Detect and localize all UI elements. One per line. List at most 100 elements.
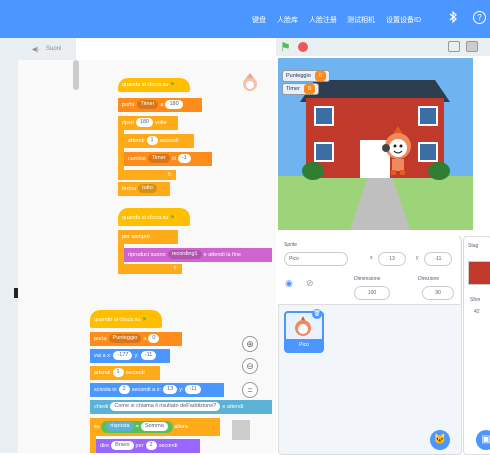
change-value-input[interactable]: -1 xyxy=(177,154,191,164)
forever-block[interactable]: per sempre xyxy=(118,230,178,244)
value-input[interactable]: 0 xyxy=(148,334,160,344)
glide-seconds-input[interactable]: 2 xyxy=(118,385,130,395)
sprite-thumbnail-label: Pico xyxy=(286,339,322,351)
zoom-in-icon[interactable]: ⊕ xyxy=(242,336,258,352)
show-sprite-icon[interactable]: ◉ xyxy=(285,278,293,289)
green-flag-icon[interactable]: ⚑ xyxy=(280,40,291,54)
wait-label: attendi xyxy=(128,138,145,144)
add-backdrop-button[interactable]: ▣ xyxy=(476,430,490,450)
when-flag-clicked-block-3[interactable]: quando si clicca su ⚑ xyxy=(90,310,162,328)
say-for-secs-block[interactable]: dire Bravo per 2 secondi xyxy=(96,439,200,453)
green-flag-icon: ⚑ xyxy=(170,82,175,88)
tab-sounds-label: Suoni xyxy=(46,46,62,52)
forever-label: per sempre xyxy=(122,234,150,240)
seconds-to-x-label: secondi a x: xyxy=(131,387,162,393)
repeat-block[interactable]: ripeti 180 volte xyxy=(118,116,178,130)
menu-item-face-register[interactable]: 人脸注册 xyxy=(309,15,337,25)
set-variable-block[interactable]: porta Timer a 180 xyxy=(118,98,202,112)
size-input[interactable]: 100 xyxy=(354,286,390,300)
variable-dropdown[interactable]: Punteggio xyxy=(108,334,142,344)
y-input[interactable]: -11 xyxy=(185,385,201,395)
equals-sign: = xyxy=(135,423,139,430)
stop-label: ferma xyxy=(122,186,137,192)
value-input[interactable]: 180 xyxy=(165,100,183,110)
stop-block[interactable]: ferma tutto xyxy=(118,182,170,196)
menu-bar: 键盘 人脸库 人脸注册 测试相机 设置设备ID ? xyxy=(0,0,490,38)
sprite-name-input[interactable]: Pico xyxy=(284,252,348,266)
backdrops-label: Sfon xyxy=(470,297,481,303)
pico-sprite[interactable] xyxy=(378,126,418,176)
wait-input[interactable]: 1 xyxy=(112,368,124,378)
go-to-xy-block[interactable]: vai a x: -177 y: -11 xyxy=(90,349,170,363)
sound-dropdown[interactable]: recording1 xyxy=(167,250,202,260)
help-icon[interactable]: ? xyxy=(473,11,486,24)
variable-monitor-punteggio[interactable]: Punteggio 0 xyxy=(282,70,330,82)
hide-sprite-icon[interactable]: ⊘ xyxy=(306,278,314,289)
change-variable-block[interactable]: cambia Timer di -1 xyxy=(124,152,212,166)
window xyxy=(418,142,438,162)
if-block[interactable]: se risposta = Somma allora xyxy=(90,418,220,436)
sprite-info: Sprite Pico x 13 y -11 ◉ ⊘ Dimensione 10… xyxy=(278,236,460,305)
wait-block-2[interactable]: attendi 1 secondi xyxy=(90,366,160,380)
zoom-reset-icon[interactable]: = xyxy=(242,382,258,398)
stop-option-dropdown[interactable]: tutto xyxy=(138,184,157,194)
seconds-label: secondi xyxy=(158,443,178,449)
equals-operator-block[interactable]: risposta = Somma xyxy=(101,420,173,433)
menu-item-face-library[interactable]: 人脸库 xyxy=(277,15,298,25)
delete-sprite-icon[interactable]: 🗑 xyxy=(312,309,322,319)
wait-block[interactable]: attendi 1 secondi xyxy=(124,134,194,148)
code-area[interactable]: quando si clicca su ⚑ porta Timer a 180 rip… xyxy=(80,60,276,453)
bluetooth-icon[interactable] xyxy=(446,10,460,25)
variable-monitor-timer[interactable]: Timer 0 xyxy=(282,83,319,95)
change-label: cambia xyxy=(128,156,146,162)
palette-scrollbar[interactable] xyxy=(73,60,79,90)
large-stage-icon[interactable] xyxy=(466,41,478,52)
when-flag-clicked-block[interactable]: quando si clicca su ⚑ xyxy=(118,78,190,92)
play-sound-until-done-block[interactable]: riproduci suono recording1 e attendi la fi… xyxy=(124,248,272,262)
say-text-input[interactable]: Bravo xyxy=(111,441,134,451)
window xyxy=(418,106,438,126)
stage-canvas[interactable]: Punteggio 0 Timer 0 xyxy=(278,58,473,230)
glide-label: scivola in xyxy=(94,387,117,393)
x-input[interactable]: -177 xyxy=(113,351,133,361)
stage-selector[interactable]: Stag Sfon 42 xyxy=(463,236,490,455)
set-label: porta xyxy=(122,102,135,108)
ask-and-wait-block[interactable]: chiedi Come si chiama il risultato dell'a… xyxy=(90,400,272,414)
y-input[interactable]: -11 xyxy=(424,252,452,266)
wait-input[interactable]: 1 xyxy=(146,136,158,146)
zoom-out-icon[interactable]: ⊖ xyxy=(242,358,258,374)
set-variable-block-2[interactable]: porta Punteggio a 0 xyxy=(90,332,182,346)
then-label: allora xyxy=(174,424,188,430)
x-input[interactable]: 13 xyxy=(163,385,178,395)
small-stage-icon[interactable] xyxy=(448,41,460,52)
until-done-label: e attendi la fine xyxy=(203,252,241,258)
glide-to-xy-block[interactable]: scivola in 2 secondi a x: 13 y: -11 xyxy=(90,383,224,397)
menu-item-keyboard[interactable]: 键盘 xyxy=(252,15,266,25)
set-label: porta xyxy=(94,336,107,342)
window xyxy=(314,106,334,126)
question-input[interactable]: Come si chiama il risultato dell'addizio… xyxy=(110,402,221,412)
say-seconds-input[interactable]: 2 xyxy=(145,441,157,451)
seconds-label: secondi xyxy=(159,138,179,144)
tab-sounds[interactable]: ◀) Suoni xyxy=(18,38,76,60)
monitor-value: 0 xyxy=(314,71,326,81)
if-label: se xyxy=(94,424,100,430)
stage-backdrop-thumbnail xyxy=(468,261,490,285)
sprite-thumbnail[interactable]: Pico 🗑 xyxy=(284,309,324,353)
variable-dropdown[interactable]: Timer xyxy=(136,100,159,110)
answer-reporter[interactable]: risposta xyxy=(106,421,134,431)
x-input[interactable]: 13 xyxy=(378,252,406,266)
menu-item-test-camera[interactable]: 测试相机 xyxy=(347,15,375,25)
stop-sign-icon[interactable] xyxy=(298,42,308,52)
menu-item-set-device-id[interactable]: 设置设备ID xyxy=(386,15,421,25)
add-sprite-button[interactable]: 🐱 xyxy=(430,430,450,450)
y-input[interactable]: -11 xyxy=(140,351,157,361)
direction-input[interactable]: 90 xyxy=(422,286,454,300)
pico-thumbnail-icon xyxy=(291,316,315,338)
hat-label: quando si clicca su xyxy=(94,317,141,323)
forever-loop-arrow-icon: ↻ xyxy=(118,264,182,274)
when-flag-clicked-block-2[interactable]: quando si clicca su ⚑ xyxy=(118,208,190,226)
variable-dropdown[interactable]: Timer xyxy=(147,154,170,164)
comparison-input[interactable]: Somma xyxy=(140,421,168,431)
repeat-count-input[interactable]: 180 xyxy=(135,118,154,128)
